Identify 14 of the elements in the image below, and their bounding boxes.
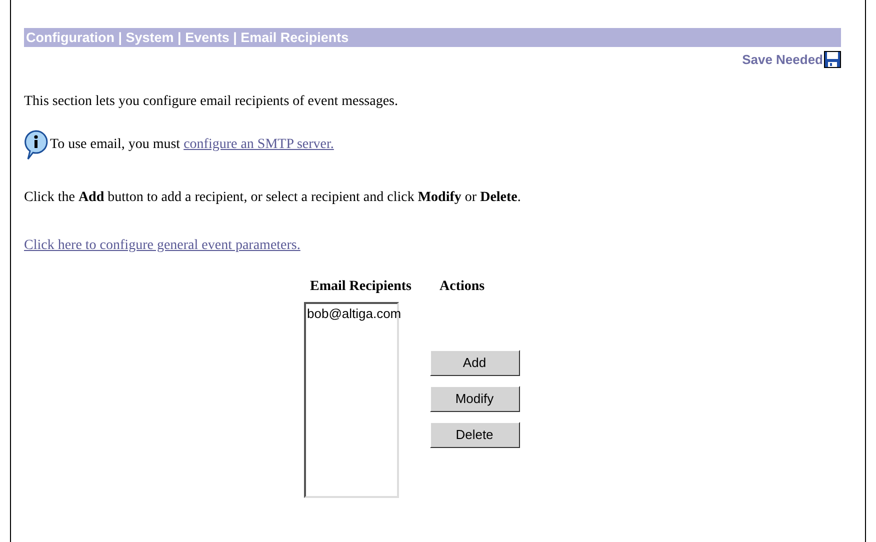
column-heading: Actions [440,278,486,296]
intro-text: This section lets you configure email recipients of event messages. [24,92,400,110]
smtp-notice: To use email, you must configure an SMTP server. [50,136,334,154]
action-button[interactable]: Delete [430,422,520,448]
column-heading: Email Recipients [309,278,412,296]
smtp-server-link[interactable]: configure an SMTP server. [184,137,334,152]
recipients-listbox[interactable]: bob@altiga.com [304,302,399,498]
save-needed-link[interactable]: Save Needed [742,50,823,70]
action-button[interactable]: Modify [430,386,520,412]
general-parameters-link[interactable]: Click here to configure general event parameters. [24,234,300,256]
info-icon [24,130,48,160]
instructions-text: Click the Add button to add a recipient, or select a recipient and click Modify or Delete. [24,188,522,206]
breadcrumb-bar: Configuration | System | Events | Email Recipients [24,28,841,47]
action-button[interactable]: Add [430,350,520,376]
